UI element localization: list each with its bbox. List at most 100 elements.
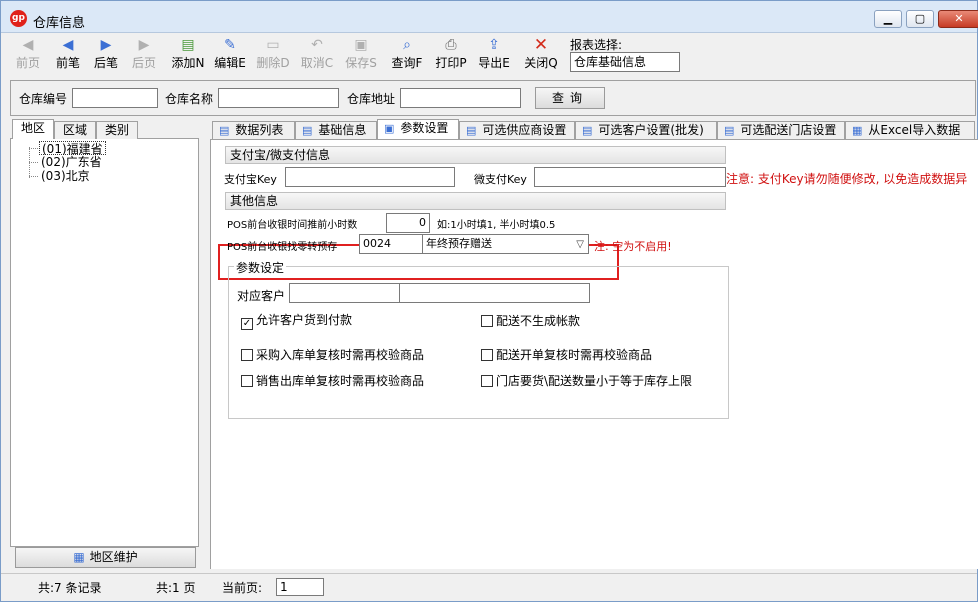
next-record-button[interactable]: ▶ 后笔 <box>88 36 124 76</box>
prev-page-label: 前页 <box>15 56 40 70</box>
sales-verify-label: 销售出库单复核时需再校验商品 <box>256 374 425 388</box>
tab-region[interactable]: 地区 <box>12 119 55 140</box>
no-account-checkbox[interactable]: 配送不生成帐款 <box>481 312 580 329</box>
query-submit-button[interactable]: 查询 <box>535 87 605 109</box>
add-button[interactable]: ▤ 添加N <box>168 36 208 76</box>
tab-param-settings-label: 参数设置 <box>400 121 449 135</box>
tree-item-guangdong[interactable]: (02)广东省 <box>39 155 104 169</box>
add-document-icon: ▤ <box>181 37 195 53</box>
change-deposit-select[interactable]: 年终预存赠送 ▽ <box>422 234 589 254</box>
tab-basic-info[interactable]: ▤ 基础信息 <box>295 121 377 139</box>
close-button[interactable]: ✕ 关闭Q <box>521 36 561 76</box>
wechat-key-label: 微支付Key <box>474 173 527 186</box>
customer-code-input[interactable] <box>289 283 400 303</box>
minimize-button[interactable]: ▁ <box>874 10 902 28</box>
tab-data-list[interactable]: ▤ 数据列表 <box>212 121 295 139</box>
document-icon: ▤ <box>724 124 735 137</box>
double-right-arrow-icon: ▶ <box>138 37 150 53</box>
warehouse-address-input[interactable] <box>400 88 521 108</box>
window-title: 仓库信息 <box>33 16 86 31</box>
close-label: 关闭Q <box>524 56 558 70</box>
allow-cod-checkbox[interactable]: ✓ 允许客户货到付款 <box>241 311 352 330</box>
close-window-button[interactable]: ✕ <box>938 10 978 28</box>
settings-icon: ▣ <box>384 122 395 135</box>
alipay-key-input[interactable] <box>285 167 455 187</box>
prev-record-button[interactable]: ◀ 前笔 <box>50 36 86 76</box>
tab-excel-import-label: 从Excel导入数据 <box>868 123 961 137</box>
tree-connector <box>29 162 38 163</box>
document-icon: ▤ <box>219 124 230 137</box>
warehouse-name-input[interactable] <box>218 88 339 108</box>
query-button[interactable]: ⌕ 查询F <box>387 36 427 76</box>
search-document-icon: ⌕ <box>403 37 411 53</box>
tab-supplier-settings[interactable]: ▤ 可选供应商设置 <box>459 121 575 139</box>
delete-button[interactable]: ▭ 删除D <box>253 36 293 76</box>
maximize-button[interactable]: ▢ <box>906 10 934 28</box>
change-deposit-code-input[interactable]: 0024 <box>359 234 423 254</box>
change-deposit-label: POS前台收银找零转预存 <box>227 242 338 253</box>
report-select[interactable]: 仓库基础信息 <box>570 52 680 72</box>
advance-hours-label: POS前台收银时间推前小时数 <box>227 220 358 231</box>
delete-label: 删除D <box>256 56 290 70</box>
title-bar: gp 仓库信息 ▁ ▢ ✕ <box>1 1 978 33</box>
prev-page-button[interactable]: ◀ 前页 <box>10 36 46 76</box>
delivery-verify-label: 配送开单复核时需再校验商品 <box>496 348 653 362</box>
next-page-button[interactable]: ▶ 后页 <box>126 36 162 76</box>
no-account-label: 配送不生成帐款 <box>496 314 581 328</box>
print-label: 打印P <box>435 56 467 70</box>
edit-button[interactable]: ✎ 编辑E <box>210 36 250 76</box>
payment-section-header: 支付宝/微支付信息 <box>225 146 726 164</box>
double-left-arrow-icon: ◀ <box>22 37 34 53</box>
advance-hours-input[interactable]: 0 <box>386 213 430 233</box>
save-button[interactable]: ▣ 保存S <box>341 36 381 76</box>
sales-verify-checkbox[interactable]: 销售出库单复核时需再校验商品 <box>241 372 424 389</box>
change-deposit-value: 年终预存赠送 <box>426 237 492 250</box>
save-label: 保存S <box>345 56 377 70</box>
tab-store-settings[interactable]: ▤ 可选配送门店设置 <box>717 121 845 139</box>
warehouse-code-input[interactable] <box>72 88 158 108</box>
cancel-button[interactable]: ↶ 取消C <box>297 36 337 76</box>
tab-category[interactable]: 类别 <box>96 121 139 139</box>
purchase-verify-label: 采购入库单复核时需再校验商品 <box>256 348 425 362</box>
main-window: gp 仓库信息 ▁ ▢ ✕ ◀ 前页 ◀ 前笔 ▶ 后笔 ▶ 后页 ▤ 添加N … <box>0 0 978 602</box>
page-count: 共:1 页 <box>156 581 196 595</box>
tree-item-fujian[interactable]: (01)福建省 <box>39 141 106 156</box>
current-page-input[interactable]: 1 <box>276 578 324 596</box>
param-settings-content: 支付宝/微支付信息 支付宝Key 微支付Key 注意: 支付Key请勿随便修改,… <box>210 140 978 569</box>
export-folder-icon: ⇪ <box>488 37 500 53</box>
delete-document-icon: ▭ <box>266 37 280 53</box>
left-panel: 地区 区域 类别 (01)福建省 (02)广东省 (03)北京 ▦ 地区维护 <box>10 119 199 569</box>
query-label: 查询F <box>391 56 423 70</box>
tab-param-settings[interactable]: ▣ 参数设置 <box>377 119 459 139</box>
tab-customer-settings[interactable]: ▤ 可选客户设置(批发) <box>575 121 717 139</box>
cancel-label: 取消C <box>300 56 334 70</box>
tab-data-list-label: 数据列表 <box>235 123 284 137</box>
tab-supplier-settings-label: 可选供应商设置 <box>482 123 567 137</box>
tab-customer-settings-label: 可选客户设置(批发) <box>598 123 704 137</box>
delivery-verify-checkbox[interactable]: 配送开单复核时需再校验商品 <box>481 346 652 363</box>
add-label: 添加N <box>171 56 205 70</box>
tree-connector <box>29 148 38 149</box>
tab-area[interactable]: 区域 <box>54 121 97 139</box>
right-arrow-icon: ▶ <box>100 37 112 53</box>
document-icon: ▤ <box>582 124 593 137</box>
excel-icon: ▦ <box>852 124 863 137</box>
printer-icon: ⎙ <box>445 37 457 53</box>
export-label: 导出E <box>478 56 510 70</box>
customer-name-input[interactable] <box>399 283 590 303</box>
other-section-header: 其他信息 <box>225 192 726 210</box>
checkbox-icon <box>481 315 493 327</box>
document-icon: ▤ <box>466 124 477 137</box>
tree-item-beijing[interactable]: (03)北京 <box>39 169 92 183</box>
export-button[interactable]: ⇪ 导出E <box>474 36 514 76</box>
tab-excel-import[interactable]: ▦ 从Excel导入数据 <box>845 121 975 139</box>
checkbox-icon <box>481 349 493 361</box>
current-page-label: 当前页: <box>222 581 263 595</box>
stock-limit-checkbox[interactable]: 门店要货\配送数量小于等于库存上限 <box>481 372 692 389</box>
wechat-key-input[interactable] <box>534 167 726 187</box>
print-button[interactable]: ⎙ 打印P <box>431 36 471 76</box>
toolbar: ◀ 前页 ◀ 前笔 ▶ 后笔 ▶ 后页 ▤ 添加N ✎ 编辑E ▭ 删除D ↶ <box>10 34 976 78</box>
region-tree: (01)福建省 (02)广东省 (03)北京 <box>10 139 199 547</box>
region-maintain-button[interactable]: ▦ 地区维护 <box>15 547 196 568</box>
purchase-verify-checkbox[interactable]: 采购入库单复核时需再校验商品 <box>241 346 424 363</box>
